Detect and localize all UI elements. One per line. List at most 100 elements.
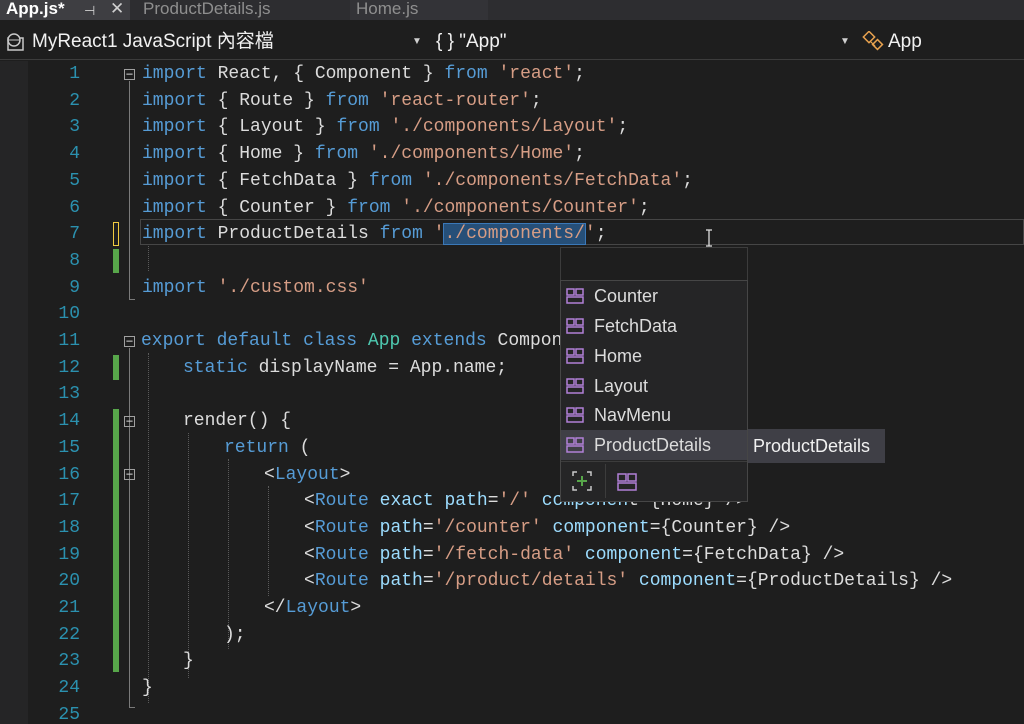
keyword: import [142,197,207,218]
line-number: 4 [69,144,80,165]
divider [561,461,747,462]
code-line[interactable]: } [142,675,153,702]
code-line[interactable]: <Route path='/product/details' component… [304,568,952,595]
line-number: 8 [69,250,80,271]
keyword: static [183,357,248,378]
indent-guide [148,353,149,703]
project-dropdown[interactable]: MyReact1 JavaScript 內容檔 ▼ [4,28,426,56]
string-literal: '/' [498,491,531,512]
saved-change-marker [113,249,119,273]
code-editor[interactable]: 1 2 3 4 5 6 7 8 9 10 11 12 13 14 15 16 1… [0,61,1024,724]
code-line[interactable]: ); [224,622,246,649]
code-text: ; [638,197,650,218]
collapse-icon[interactable]: − [124,468,135,480]
keyword: from [336,117,380,138]
completion-item[interactable]: NavMenu [561,400,747,430]
string-literal: '/product/details' [433,571,629,592]
jsx-attribute: path [379,571,423,592]
line-number: 24 [58,678,80,699]
keyword: import [142,144,207,165]
completion-item-selected[interactable]: ProductDetails [561,430,747,460]
collapse-icon[interactable]: − [124,68,135,80]
code-text: ; [574,64,585,84]
completion-header [560,247,748,280]
code-line[interactable]: <Route path='/fetch-data' component={Fet… [304,542,844,569]
code-text: = [422,517,434,538]
code-line[interactable]: static displayName = App.name; [183,355,507,382]
completion-item[interactable]: FetchData [561,311,747,341]
code-line[interactable]: import './custom.css' [142,275,369,302]
code-text: ={FetchData} /> [682,544,845,565]
keyword: import [142,90,207,111]
code-text: } [183,651,194,672]
add-filter-icon[interactable] [571,470,593,492]
tab-productdetails-js[interactable]: ProductDetails.js [137,0,341,20]
tab-app-js[interactable]: App.js* ⊣ ✕ [0,0,130,20]
module-filter-icon[interactable] [617,473,637,491]
line-number: 16 [58,464,80,485]
code-line[interactable]: import { Layout } from './components/Lay… [142,114,628,141]
jsx-attribute: path [379,544,423,565]
code-line[interactable]: import React, { Component } from 'react'… [142,61,585,88]
jsx-tag: Route [314,544,369,565]
chevron-down-icon[interactable]: ▼ [412,28,422,56]
completion-item[interactable]: Layout [561,371,747,401]
code-line[interactable]: <Layout> [264,462,350,489]
code-line[interactable]: import { FetchData } from './components/… [142,168,693,195]
completion-list[interactable]: Counter FetchData Home Layout NavMenu Pr… [560,280,748,502]
code-line[interactable]: return ( [224,435,310,462]
jsx-attribute: component [638,571,737,592]
code-line[interactable]: import ProductDetails from './components… [142,221,607,248]
line-number: 3 [69,117,80,138]
keyword: return [224,437,289,458]
code-line[interactable]: render() { [183,408,291,435]
code-text: ProductDetails [206,224,380,245]
code-line[interactable]: </Layout> [264,595,361,622]
line-number: 5 [69,170,80,191]
class-name: App [367,331,401,351]
jsx-attribute: path [379,517,423,538]
code-line[interactable]: } [183,648,194,675]
document-tab-bar: App.js* ⊣ ✕ ProductDetails.js Home.js [0,0,1024,20]
code-line[interactable]: export default class App extends Compone… [141,328,584,355]
code-line[interactable]: <Route path='/counter' component={Counte… [304,515,790,542]
line-number: 13 [58,384,80,405]
close-icon[interactable]: ✕ [110,0,124,18]
code-line[interactable]: import { Counter } from './components/Co… [142,195,650,222]
string-literal: ' [584,224,596,245]
string-literal: 'react-router' [379,90,531,111]
selected-text[interactable]: ./components/ [443,223,586,246]
tab-home-js[interactable]: Home.js [350,0,488,20]
scope-dropdown[interactable]: { } "App" ▼ [434,28,854,56]
member-dropdown[interactable]: App [862,28,1022,56]
pin-icon[interactable]: ⊣ [84,2,95,20]
collapse-icon[interactable]: − [124,335,135,347]
glyph-margin [0,61,28,724]
line-number: 1 [69,64,80,84]
completion-item[interactable]: Counter [561,281,747,311]
keyword: import [142,64,207,84]
code-line[interactable]: import { Home } from './components/Home'… [142,141,585,168]
module-icon [566,288,584,304]
string-literal: '/fetch-data' [433,544,575,565]
completion-label: FetchData [594,316,678,336]
module-icon [566,378,584,394]
jsx-tag: Layout [285,598,351,618]
code-text: = [422,571,434,592]
collapse-icon[interactable]: − [124,415,135,427]
jsx-tag: Layout [274,464,340,485]
text-cursor-icon [706,229,712,247]
code-text: < [304,491,315,512]
saved-change-marker [113,409,119,672]
completion-label: Counter [594,286,659,306]
code-line[interactable]: import { Route } from 'react-router'; [142,88,542,115]
chevron-down-icon[interactable]: ▼ [840,28,850,56]
completion-item[interactable]: Home [561,341,747,371]
code-text: ; [617,117,629,138]
code-text: ; [682,170,693,191]
code-text: > [350,598,362,618]
